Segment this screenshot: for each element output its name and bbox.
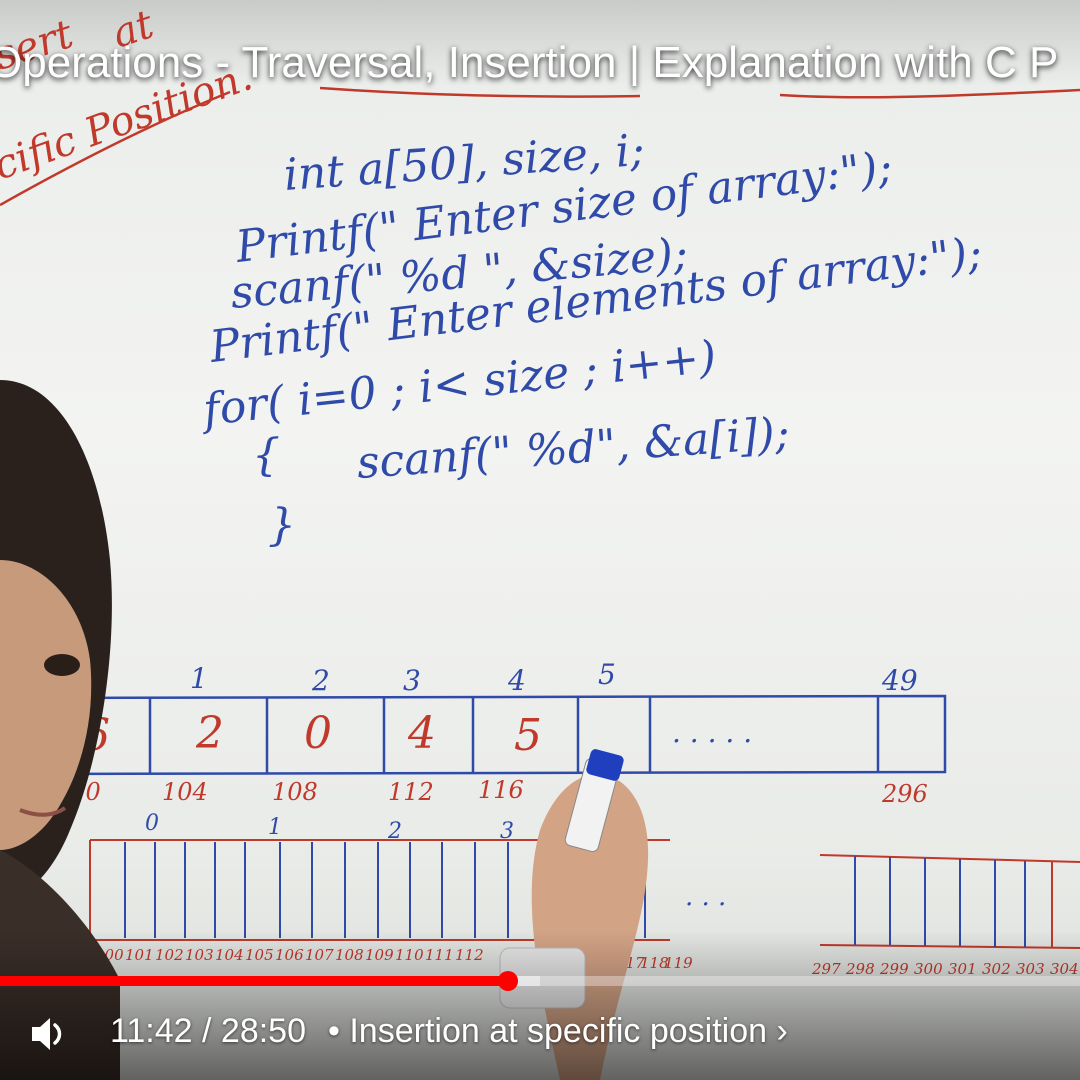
chapter-title: Insertion at specific position xyxy=(349,1012,768,1050)
video-title: Operations - Traversal, Insertion | Expl… xyxy=(0,38,1059,87)
array-index: 1 xyxy=(190,662,208,695)
array-value: 5 xyxy=(514,710,542,761)
memory-index: 1 xyxy=(268,815,282,840)
array-index: 2 xyxy=(311,664,330,697)
progress-bar[interactable] xyxy=(0,971,1080,991)
array-ellipsis: . . . . . xyxy=(672,716,752,749)
chapter-button[interactable]: • Insertion at specific position › xyxy=(328,1012,788,1051)
code-line-8: } xyxy=(268,500,296,551)
array-address: 116 xyxy=(478,776,524,804)
array-index: 3 xyxy=(403,664,421,697)
array-address: 112 xyxy=(388,778,434,806)
player-controls: 11:42 / 28:50 • Insertion at specific po… xyxy=(0,1004,1080,1064)
code-line-6: { xyxy=(252,430,280,481)
progress-played xyxy=(0,976,508,986)
progress-scrubber[interactable] xyxy=(497,971,518,991)
time-separator: / xyxy=(192,1012,221,1050)
array-diagram xyxy=(38,694,947,776)
array-value: 0 xyxy=(304,708,332,759)
array-value: 2 xyxy=(195,708,224,759)
current-time: 11:42 xyxy=(110,1012,193,1050)
duration: 28:50 xyxy=(220,1012,306,1050)
code-line-7: scanf(" %d", &a[i]); xyxy=(355,408,791,489)
time-display: 11:42 / 28:50 xyxy=(110,1012,306,1051)
array-address: 296 xyxy=(881,780,928,808)
array-address: 104 xyxy=(162,778,208,806)
memory-index: 3 xyxy=(500,819,514,844)
array-index: 4 xyxy=(507,664,526,697)
memory-ellipsis: . . . xyxy=(685,882,726,912)
array-value: 4 xyxy=(407,708,436,759)
video-player[interactable]: sert at cific Position. int a[50], size,… xyxy=(0,0,1080,1080)
array-address: 108 xyxy=(272,778,318,806)
memory-index: 0 xyxy=(145,811,159,836)
array-index: 5 xyxy=(598,658,616,691)
memory-index: 2 xyxy=(387,819,402,844)
red-underline-3 xyxy=(779,88,1080,99)
red-underline-2 xyxy=(319,86,641,98)
whiteboard: sert at cific Position. int a[50], size,… xyxy=(0,1,1080,1080)
chapter-bullet: • xyxy=(328,1012,340,1050)
chevron-right-icon: › xyxy=(776,1012,788,1050)
volume-icon[interactable] xyxy=(28,1012,68,1056)
array-index: 49 xyxy=(881,664,918,697)
